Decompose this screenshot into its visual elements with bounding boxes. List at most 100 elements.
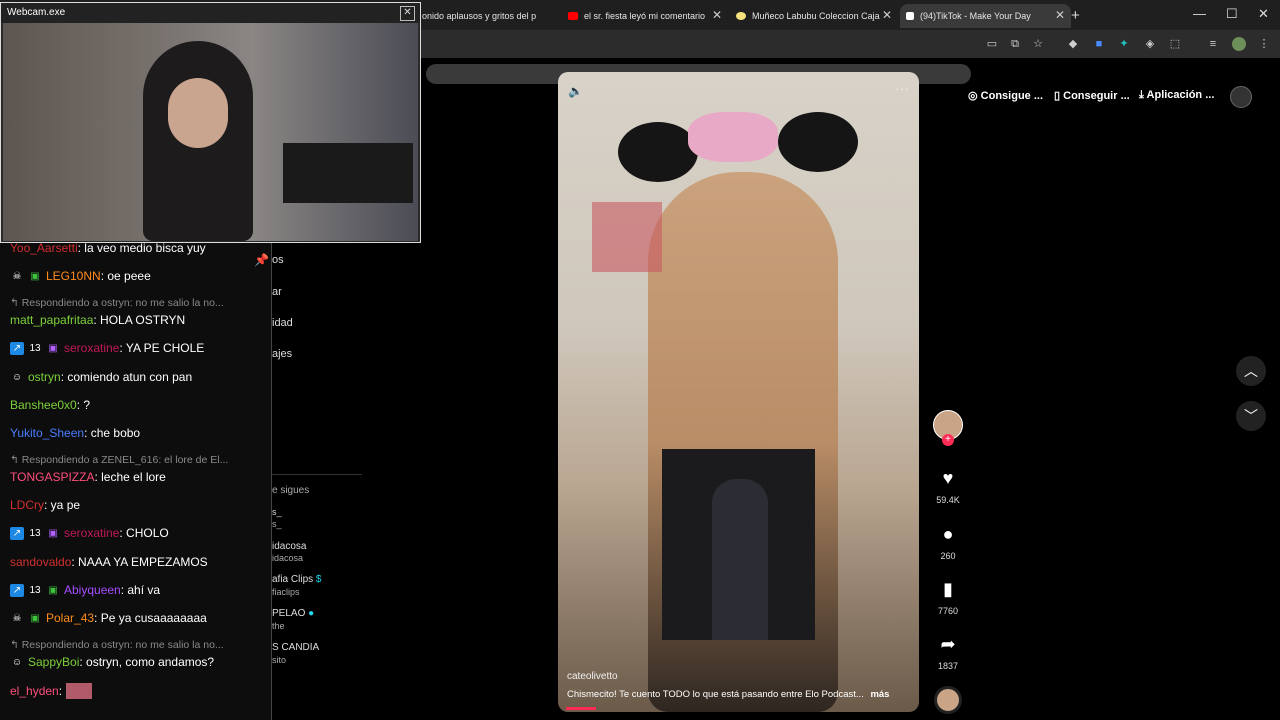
- like-button[interactable]: ♥ 59.4K: [933, 464, 963, 505]
- 13-badge-icon: 13: [29, 527, 41, 539]
- kebab-menu-icon[interactable]: ⋮: [1257, 37, 1271, 51]
- close-tab-icon[interactable]: ✕: [712, 9, 722, 21]
- chat-text: : Pe ya cusaaaaaaaa: [94, 611, 207, 625]
- coin-icon: ◎: [968, 90, 978, 102]
- tab-title: onido aplausos y gritos del p: [422, 11, 537, 21]
- chat-username[interactable]: Yoo_Aarsetti: [10, 241, 78, 255]
- sidebar-divider: [272, 474, 362, 475]
- reply-icon: ↰: [10, 454, 22, 466]
- chevron-up-icon: ︿: [1244, 363, 1258, 379]
- close-tab-icon[interactable]: ✕: [1055, 9, 1065, 21]
- next-video-button[interactable]: ﹀: [1236, 401, 1266, 431]
- tab-title: el sr. fiesta leyó mi comentario: [584, 11, 706, 21]
- sidebar-nav-fragment[interactable]: ajes: [272, 348, 292, 360]
- chat-username[interactable]: LDCry: [10, 498, 44, 512]
- tab-title: Muñeco Labubu Coleccion Caja: [752, 11, 880, 21]
- pin-icon[interactable]: 📌: [254, 253, 269, 267]
- chat-username[interactable]: matt_papafritaa: [10, 313, 93, 327]
- share-icon: ➦: [940, 634, 956, 654]
- extension-icon[interactable]: ■: [1092, 37, 1106, 51]
- desktop-app-button[interactable]: ⤓ Aplicación ...: [1139, 89, 1214, 102]
- maximize-button[interactable]: ☐: [1226, 6, 1238, 22]
- following-user[interactable]: idacosa: [272, 541, 306, 552]
- chat-username[interactable]: LEG10NN: [46, 269, 101, 283]
- chat-message: matt_papafritaa: HOLA OSTRYN: [10, 313, 185, 327]
- reading-list-icon[interactable]: ≡: [1206, 37, 1220, 51]
- chat-text: : comiendo atun con pan: [60, 370, 193, 384]
- previous-video-button[interactable]: ︿: [1236, 356, 1266, 386]
- extension-icon[interactable]: ◆: [1066, 37, 1080, 51]
- profile-avatar[interactable]: [1232, 37, 1246, 51]
- close-tab-icon[interactable]: ✕: [882, 9, 892, 21]
- user-avatar[interactable]: [1230, 86, 1252, 108]
- chat-username[interactable]: el_hyden: [10, 684, 59, 698]
- chat-username[interactable]: Abiyqueen: [64, 583, 121, 597]
- translate-icon[interactable]: ⧉: [1008, 37, 1022, 51]
- share-button[interactable]: ➦ 1837: [933, 630, 963, 671]
- sidebar-nav-fragment[interactable]: os: [272, 254, 284, 266]
- author-avatar-button[interactable]: +: [933, 410, 963, 446]
- chat-username[interactable]: ostryn: [28, 370, 61, 384]
- inset-photo: [662, 449, 815, 640]
- chat-username[interactable]: SappyBoi: [28, 655, 79, 669]
- chat-username[interactable]: sandovaldo: [10, 555, 71, 569]
- progress-bar[interactable]: [566, 707, 596, 710]
- extension-icon[interactable]: ✦: [1117, 37, 1131, 51]
- tab-title: (94)TikTok - Make Your Day: [920, 11, 1031, 21]
- minimize-button[interactable]: —: [1193, 6, 1206, 21]
- following-user[interactable]: s_: [272, 507, 282, 517]
- following-handle: the: [272, 621, 285, 631]
- following-user[interactable]: afia Clips $: [272, 574, 321, 585]
- puzzle-icon[interactable]: ⬚: [1168, 37, 1182, 51]
- webcam-close-icon[interactable]: ✕: [400, 6, 415, 21]
- mute-icon[interactable]: 🔈: [568, 84, 583, 98]
- browser-tab-1[interactable]: onido aplausos y gritos del p: [422, 4, 564, 28]
- comment-count: 260: [940, 551, 956, 561]
- browser-tab-3[interactable]: Muñeco Labubu Coleccion Caja ✕: [734, 4, 898, 28]
- ear-left: [618, 122, 698, 182]
- skull-badge-icon: ☠: [12, 612, 22, 624]
- chat-message: ↗ 13 ▣ Abiyqueen: ahí va: [10, 583, 160, 597]
- following-user[interactable]: S CANDIA: [272, 642, 319, 653]
- webcam-window: Webcam.exe ✕: [0, 2, 421, 243]
- more-options-icon[interactable]: ···: [895, 80, 909, 96]
- music-disc-button[interactable]: [933, 686, 963, 714]
- sidebar-nav-fragment[interactable]: ar: [272, 286, 282, 298]
- reply-icon: ↰: [10, 297, 22, 309]
- chat-username[interactable]: Banshee0x0: [10, 398, 77, 412]
- prime-badge-icon: ↗: [10, 526, 24, 540]
- get-coins-button[interactable]: ◎ Consigue ...: [968, 89, 1043, 102]
- chat-username[interactable]: seroxatine: [64, 341, 119, 355]
- chat-message: Yukito_Sheen: che bobo: [10, 426, 140, 440]
- get-app-button[interactable]: ▯ Conseguir ...: [1054, 89, 1130, 102]
- new-tab-button[interactable]: +: [1071, 7, 1080, 24]
- close-window-button[interactable]: ✕: [1258, 6, 1269, 22]
- bookmark-star-icon[interactable]: ☆: [1031, 37, 1045, 51]
- save-count: 7760: [937, 606, 959, 616]
- browser-tab-2[interactable]: el sr. fiesta leyó mi comentario ✕: [566, 4, 728, 28]
- save-button[interactable]: ▮ 7760: [933, 575, 963, 616]
- gift-badge-icon: ▣: [48, 342, 58, 354]
- chat-message: LDCry: ya pe: [10, 498, 80, 512]
- follow-plus-icon[interactable]: +: [942, 434, 954, 446]
- more-link[interactable]: más: [870, 689, 889, 700]
- music-disc-icon: [934, 686, 962, 714]
- video-player[interactable]: 🔈 ··· cateolivetto Chismecito! Te cuento…: [558, 72, 919, 712]
- prime-badge-icon: ↗: [10, 341, 24, 355]
- chat-username[interactable]: seroxatine: [64, 526, 119, 540]
- screen-cast-icon[interactable]: ▭: [985, 37, 999, 51]
- chat-username[interactable]: Polar_43: [46, 611, 94, 625]
- sidebar-nav-fragment[interactable]: idad: [272, 317, 293, 329]
- 13-badge-icon: 13: [29, 342, 41, 354]
- chat-username[interactable]: Yukito_Sheen: [10, 426, 84, 440]
- following-user[interactable]: PELAO ●: [272, 608, 314, 619]
- comment-button[interactable]: ● 260: [933, 520, 963, 561]
- chat-reply-context: ↰ Respondiendo a ostryn: no me salio la …: [10, 297, 224, 309]
- chat-username[interactable]: TONGASPIZZA: [10, 470, 94, 484]
- video-username[interactable]: cateolivetto: [567, 671, 618, 682]
- skull-badge-icon: ☠: [12, 270, 22, 282]
- chat-text: : ?: [76, 398, 91, 412]
- man-figure: [712, 479, 768, 640]
- extension-icon[interactable]: ◈: [1143, 37, 1157, 51]
- browser-tab-4-active[interactable]: (94)TikTok - Make Your Day ✕: [900, 4, 1071, 28]
